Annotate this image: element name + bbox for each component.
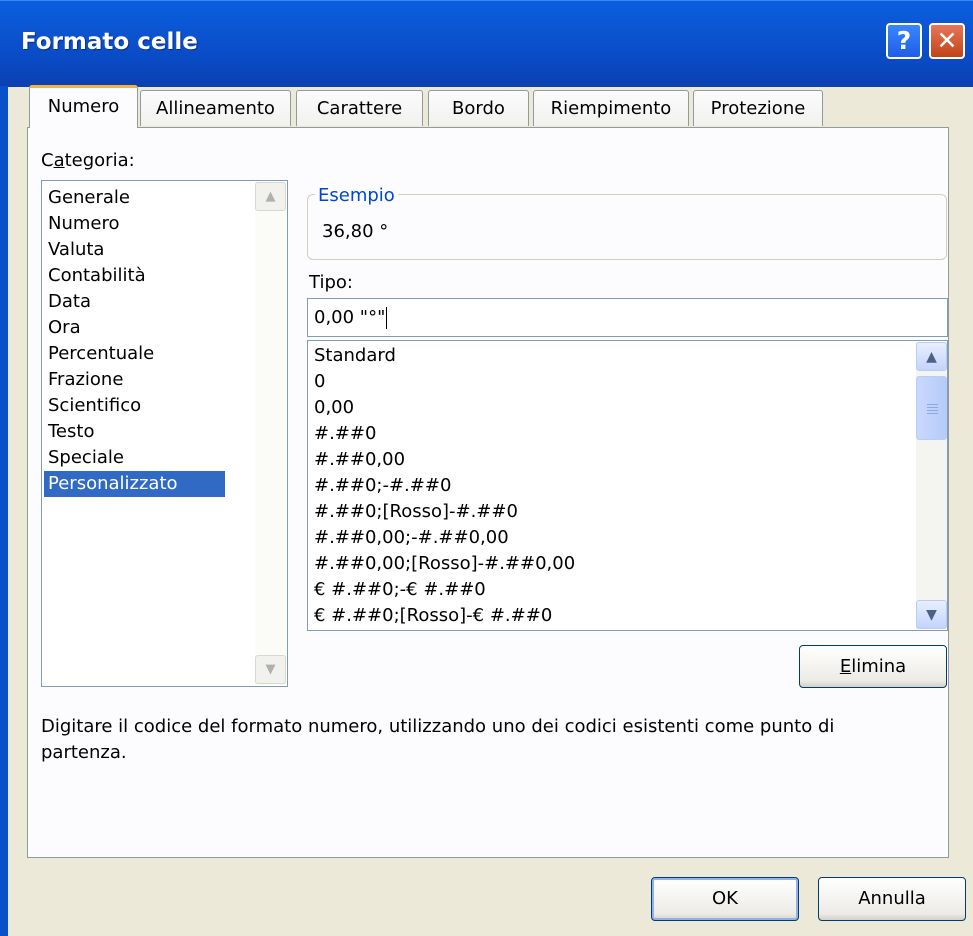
chevron-down-icon: ▼ (265, 662, 276, 677)
category-item-numero[interactable]: Numero (44, 211, 225, 237)
tab-label: Bordo (452, 98, 505, 119)
type-item[interactable]: € #.##0;-€ #.##0 (314, 577, 486, 603)
type-item[interactable]: #.##0;-#.##0 (314, 473, 451, 499)
close-button[interactable]: ✕ (929, 23, 965, 59)
chevron-up-icon: ▲ (265, 189, 276, 204)
sample-group (307, 194, 947, 260)
help-button[interactable]: ? (886, 23, 922, 59)
tab-numero[interactable]: Numero (29, 85, 138, 128)
category-item-ora[interactable]: Ora (44, 315, 225, 341)
type-item[interactable]: #.##0;[Rosso]-#.##0 (314, 499, 518, 525)
grip-line (927, 404, 938, 405)
type-item[interactable]: 0,00 (314, 395, 354, 421)
type-scrollbar[interactable]: ▲ ▼ (916, 342, 947, 629)
category-item-percentuale[interactable]: Percentuale (44, 341, 225, 367)
tab-label: Protezione (710, 98, 806, 119)
tab-label: Numero (47, 96, 120, 117)
category-label: Categoria: (41, 150, 135, 171)
category-item-frazione[interactable]: Frazione (44, 367, 225, 393)
help-icon: ? (896, 26, 912, 55)
tab-bordo[interactable]: Bordo (428, 90, 529, 126)
type-item[interactable]: #.##0,00;-#.##0,00 (314, 525, 509, 551)
tab-label: Carattere (316, 98, 403, 119)
category-listbox[interactable]: Generale Numero Valuta Contabilità Data … (41, 180, 288, 687)
tab-label: Allineamento (156, 98, 275, 119)
type-input-value: 0,00 "°" (314, 307, 386, 328)
sample-value: 36,80 ° (322, 221, 389, 242)
type-scroll-up-button[interactable]: ▲ (916, 342, 947, 371)
grip-line (927, 407, 938, 408)
window-border (0, 86, 8, 936)
sample-group-label: Esempio (315, 185, 398, 206)
chevron-up-icon: ▲ (926, 349, 937, 365)
tab-carattere[interactable]: Carattere (296, 90, 423, 126)
category-item-data[interactable]: Data (44, 289, 225, 315)
category-scroll-down-button[interactable]: ▼ (255, 655, 286, 684)
dialog-title: Formato celle (21, 29, 198, 55)
close-icon: ✕ (936, 26, 958, 55)
type-listbox[interactable]: Standard 0 0,00 #.##0 #.##0,00 #.##0;-#.… (307, 340, 948, 631)
type-item[interactable]: 0 (314, 369, 325, 395)
type-item[interactable]: Standard (314, 343, 396, 369)
cancel-button[interactable]: Annulla (818, 877, 966, 921)
type-item[interactable]: #.##0,00;[Rosso]-#.##0,00 (314, 551, 575, 577)
type-item[interactable]: #.##0,00 (314, 447, 405, 473)
category-scrollbar[interactable]: ▲ ▼ (255, 182, 286, 685)
format-description: Digitare il codice del formato numero, u… (41, 716, 835, 763)
type-label: Tipo: (309, 272, 353, 293)
tab-protezione[interactable]: Protezione (693, 90, 823, 126)
tab-riempimento[interactable]: Riempimento (533, 90, 689, 126)
type-item[interactable]: € #.##0;[Rosso]-€ #.##0 (314, 603, 552, 629)
category-item-scientifico[interactable]: Scientifico (44, 393, 225, 419)
type-input[interactable]: 0,00 "°" (307, 298, 948, 337)
category-item-generale[interactable]: Generale (44, 185, 225, 211)
category-item-speciale[interactable]: Speciale (44, 445, 225, 471)
type-scroll-thumb[interactable] (916, 376, 947, 440)
category-scroll-up-button[interactable]: ▲ (255, 182, 286, 211)
category-item-valuta[interactable]: Valuta (44, 237, 225, 263)
grip-line (927, 410, 938, 411)
grip-line (927, 413, 938, 414)
category-item-personalizzato[interactable]: Personalizzato (44, 471, 225, 497)
type-item[interactable]: #.##0 (314, 421, 376, 447)
tab-label: Riempimento (550, 98, 672, 119)
format-cells-dialog: Formato celle ? ✕ Numero Allineamento Ca… (0, 0, 973, 936)
category-item-contabilita[interactable]: Contabilità (44, 263, 225, 289)
category-item-testo[interactable]: Testo (44, 419, 225, 445)
chevron-down-icon: ▼ (926, 607, 937, 623)
tab-allineamento[interactable]: Allineamento (140, 90, 291, 126)
type-scroll-down-button[interactable]: ▼ (916, 600, 947, 629)
ok-button[interactable]: OK (651, 877, 799, 921)
text-caret (386, 307, 388, 329)
title-bar[interactable]: Formato celle ? ✕ (0, 0, 973, 87)
delete-button[interactable]: Elimina (799, 645, 947, 688)
